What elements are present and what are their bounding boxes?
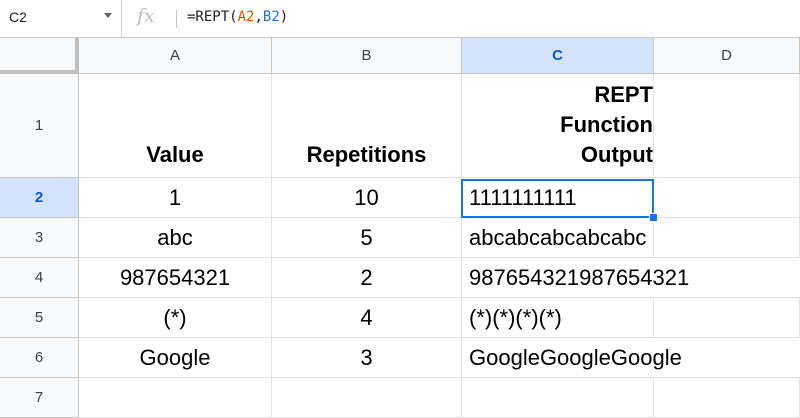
formula-ref-b2: B2	[262, 9, 280, 25]
column-header-d[interactable]: D	[654, 38, 800, 74]
formula-input[interactable]: =REPT(A2,B2)	[187, 9, 288, 25]
cell-d7[interactable]	[654, 378, 800, 418]
cell-c1-line1: REPT	[594, 82, 653, 107]
cell-c2[interactable]: 1111111111	[462, 178, 654, 218]
cell-c3[interactable]: abcabcabcabcabc	[462, 218, 654, 258]
cell-b1-text: Repetitions	[306, 142, 427, 167]
row-header-1[interactable]: 1	[0, 74, 79, 178]
formula-divider	[176, 10, 177, 28]
cell-a5[interactable]: (*)	[79, 298, 272, 338]
name-box[interactable]: C2	[0, 0, 122, 37]
cell-d1[interactable]	[654, 74, 800, 178]
cell-c1-line2: Function	[560, 112, 653, 137]
function-icon: fx	[137, 5, 155, 27]
formula-separator: ,	[254, 9, 263, 25]
formula-bar-area: C2 fx =REPT(A2,B2)	[0, 0, 800, 38]
row-header-6[interactable]: 6	[0, 338, 79, 378]
cell-b2[interactable]: 10	[272, 178, 462, 218]
fill-handle[interactable]	[649, 213, 658, 222]
cell-a7[interactable]	[79, 378, 272, 418]
cell-c1-line3: Output	[580, 142, 653, 167]
select-all-corner[interactable]	[0, 38, 79, 74]
cell-c1[interactable]: REPT Function Output	[462, 74, 654, 178]
cell-d5[interactable]	[654, 298, 800, 338]
row-header-7[interactable]: 7	[0, 378, 79, 418]
cell-a1[interactable]: Value	[79, 74, 272, 178]
formula-prefix: =REPT(	[187, 9, 238, 25]
cell-a6[interactable]: Google	[79, 338, 272, 378]
cell-b7[interactable]	[272, 378, 462, 418]
cell-a1-text: Value	[146, 142, 204, 167]
cell-d3[interactable]	[654, 218, 800, 258]
cell-c4[interactable]: 987654321987654321	[462, 258, 800, 298]
row-header-4[interactable]: 4	[0, 258, 79, 298]
cell-c7[interactable]	[462, 378, 654, 418]
name-box-ref[interactable]: C2	[9, 9, 27, 25]
cell-a4[interactable]: 987654321	[79, 258, 272, 298]
cell-a3[interactable]: abc	[79, 218, 272, 258]
cell-b4[interactable]: 2	[272, 258, 462, 298]
cell-b5[interactable]: 4	[272, 298, 462, 338]
cell-b1[interactable]: Repetitions	[272, 74, 462, 178]
cell-b6[interactable]: 3	[272, 338, 462, 378]
cell-c5[interactable]: (*)(*)(*)(*)	[462, 298, 654, 338]
column-header-a[interactable]: A	[79, 38, 272, 74]
column-header-b[interactable]: B	[272, 38, 462, 74]
cell-c6[interactable]: GoogleGoogleGoogle	[462, 338, 800, 378]
cell-d2[interactable]	[654, 178, 800, 218]
row-header-5[interactable]: 5	[0, 298, 79, 338]
formula-suffix: )	[279, 9, 289, 25]
cell-a2[interactable]: 1	[79, 178, 272, 218]
chevron-down-icon[interactable]	[104, 13, 112, 18]
column-header-c[interactable]: C	[462, 38, 654, 74]
row-header-3[interactable]: 3	[0, 218, 79, 258]
formula-ref-a2: A2	[237, 9, 255, 25]
row-header-2[interactable]: 2	[0, 178, 79, 218]
cell-b3[interactable]: 5	[272, 218, 462, 258]
